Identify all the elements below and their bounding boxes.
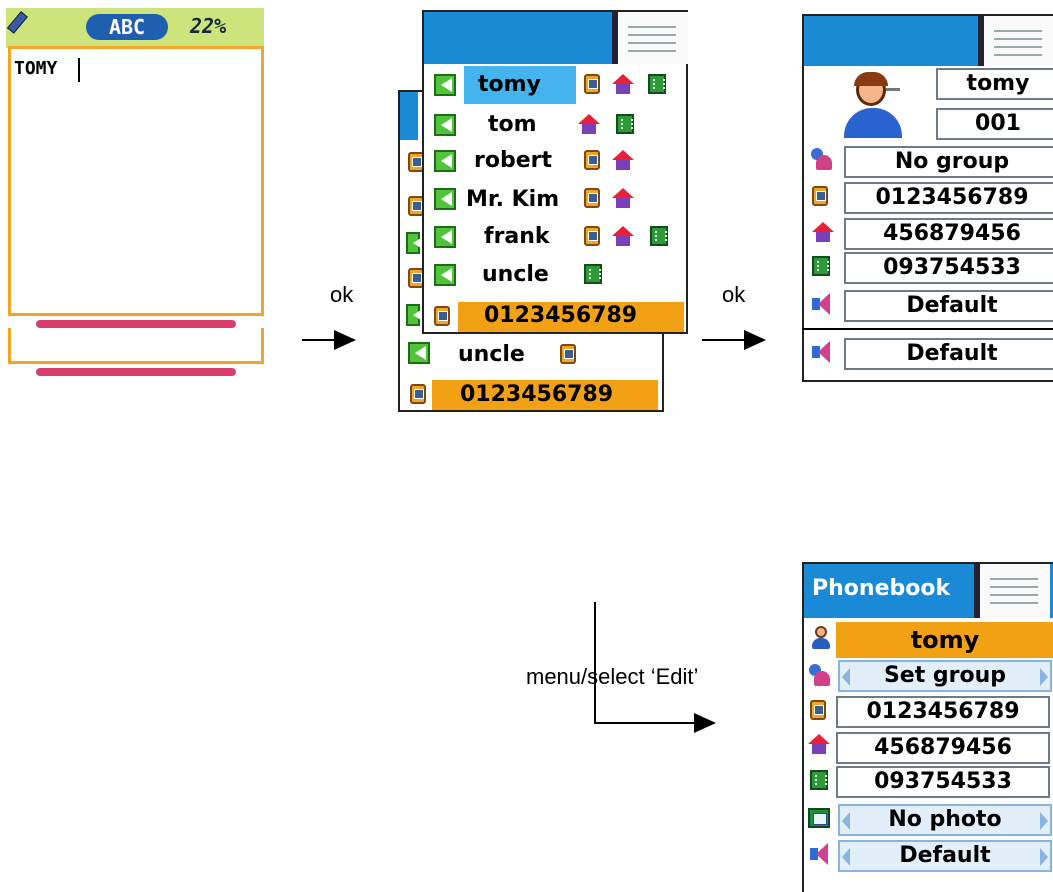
entered-text: TOMY (14, 58, 58, 79)
office-icon (616, 114, 634, 134)
home-icon (612, 188, 634, 208)
group-field: No group (844, 146, 1053, 178)
ringtone-field: Default (844, 290, 1053, 322)
arrow-label-ok: ok (722, 282, 746, 307)
ringtone-icon (808, 842, 830, 866)
contact-icon (434, 150, 456, 172)
input-mode-badge[interactable]: ABC (86, 14, 168, 40)
page-title: Phonebook (812, 576, 951, 601)
group-icon (808, 662, 832, 688)
chevron-left-icon[interactable] (842, 812, 850, 830)
photo-icon (808, 808, 830, 828)
arrow-head (334, 330, 356, 350)
mobile-icon (584, 74, 600, 94)
chevron-right-icon[interactable] (1040, 848, 1048, 866)
arrow-head (694, 713, 716, 733)
softkey-bar (36, 320, 236, 328)
group-selector[interactable]: Set group (838, 660, 1052, 692)
home-input[interactable]: 456879456 (836, 732, 1050, 764)
mobile-icon (584, 150, 600, 170)
ringtone-icon (810, 292, 832, 316)
list-item-name[interactable]: uncle (458, 342, 525, 367)
contact-icon[interactable] (408, 342, 430, 364)
contact-icon (434, 264, 456, 286)
pencil-icon (12, 14, 32, 38)
phonebook-icon (974, 564, 1050, 618)
group-icon (810, 146, 834, 172)
mobile-icon (584, 188, 600, 208)
phone-number[interactable]: 0123456789 (460, 382, 613, 407)
contact-id-field: 001 (936, 108, 1053, 140)
home-icon (812, 222, 834, 242)
contact-icon (434, 114, 456, 136)
chevron-left-icon[interactable] (842, 668, 850, 686)
home-icon (612, 74, 634, 94)
list-item-name[interactable]: tom (488, 112, 537, 137)
contact-name-field: tomy (936, 68, 1053, 100)
chevron-right-icon[interactable] (1040, 812, 1048, 830)
arrow-label-ok: ok (330, 282, 354, 307)
office-icon (810, 770, 828, 790)
office-icon (812, 256, 830, 276)
mobile-field: 0123456789 (844, 182, 1053, 214)
avatar (838, 70, 910, 138)
home-icon (612, 226, 634, 246)
selected-phone-number[interactable]: 0123456789 (484, 303, 637, 328)
arrow-line (302, 339, 338, 341)
list-item-name[interactable]: Mr. Kim (466, 187, 559, 212)
list-item-name[interactable]: frank (484, 224, 550, 249)
text-cursor (78, 58, 80, 82)
ringtone-selector[interactable]: Default (838, 840, 1052, 872)
arrow-line (702, 339, 748, 341)
list-item-name[interactable]: tomy (478, 72, 541, 97)
mobile-icon (434, 306, 450, 326)
ringtone-icon (810, 340, 832, 364)
contact-icon (406, 304, 424, 326)
phonebook-icon (612, 12, 688, 64)
name-field[interactable]: tomy (836, 622, 1053, 658)
ringtone-value: Default (899, 843, 991, 868)
chevron-left-icon[interactable] (842, 848, 850, 866)
mobile-icon (410, 384, 426, 404)
arrow-line (594, 602, 596, 724)
contact-icon (406, 232, 424, 254)
photo-value: No photo (888, 807, 1002, 832)
phonebook-icon (978, 16, 1053, 66)
home-icon (612, 150, 634, 170)
person-icon (810, 626, 832, 650)
contact-icon (434, 188, 456, 210)
photo-selector[interactable]: No photo (838, 804, 1052, 836)
office-field: 093754533 (844, 252, 1053, 284)
home-icon (578, 114, 600, 134)
list-item-name[interactable]: robert (474, 148, 552, 173)
arrow-head (744, 330, 766, 350)
mobile-input[interactable]: 0123456789 (836, 696, 1050, 728)
battery-percentage: 22% (190, 14, 227, 38)
office-input[interactable]: 093754533 (836, 766, 1050, 798)
arrow-line (594, 722, 696, 724)
arrow-label-edit: menu/select ‘Edit’ (526, 664, 699, 689)
office-icon (584, 264, 602, 284)
home-field: 456879456 (844, 218, 1053, 250)
softkey-bar-secondary (36, 368, 236, 376)
mobile-icon (812, 186, 828, 206)
chevron-right-icon[interactable] (1040, 668, 1048, 686)
home-icon (808, 734, 830, 754)
group-value: Set group (883, 663, 1007, 688)
mobile-icon (560, 344, 576, 364)
divider (802, 328, 1053, 330)
contact-icon (434, 74, 456, 96)
text-entry-area[interactable] (8, 46, 264, 316)
mobile-icon (810, 700, 826, 720)
contact-icon (434, 226, 456, 248)
office-icon (648, 74, 666, 94)
list-item-name[interactable]: uncle (482, 262, 549, 287)
mobile-icon (584, 226, 600, 246)
office-icon (650, 226, 668, 246)
secondary-frame (8, 328, 264, 364)
ringtone-field-back: Default (844, 338, 1053, 370)
list-back-header (400, 92, 418, 140)
